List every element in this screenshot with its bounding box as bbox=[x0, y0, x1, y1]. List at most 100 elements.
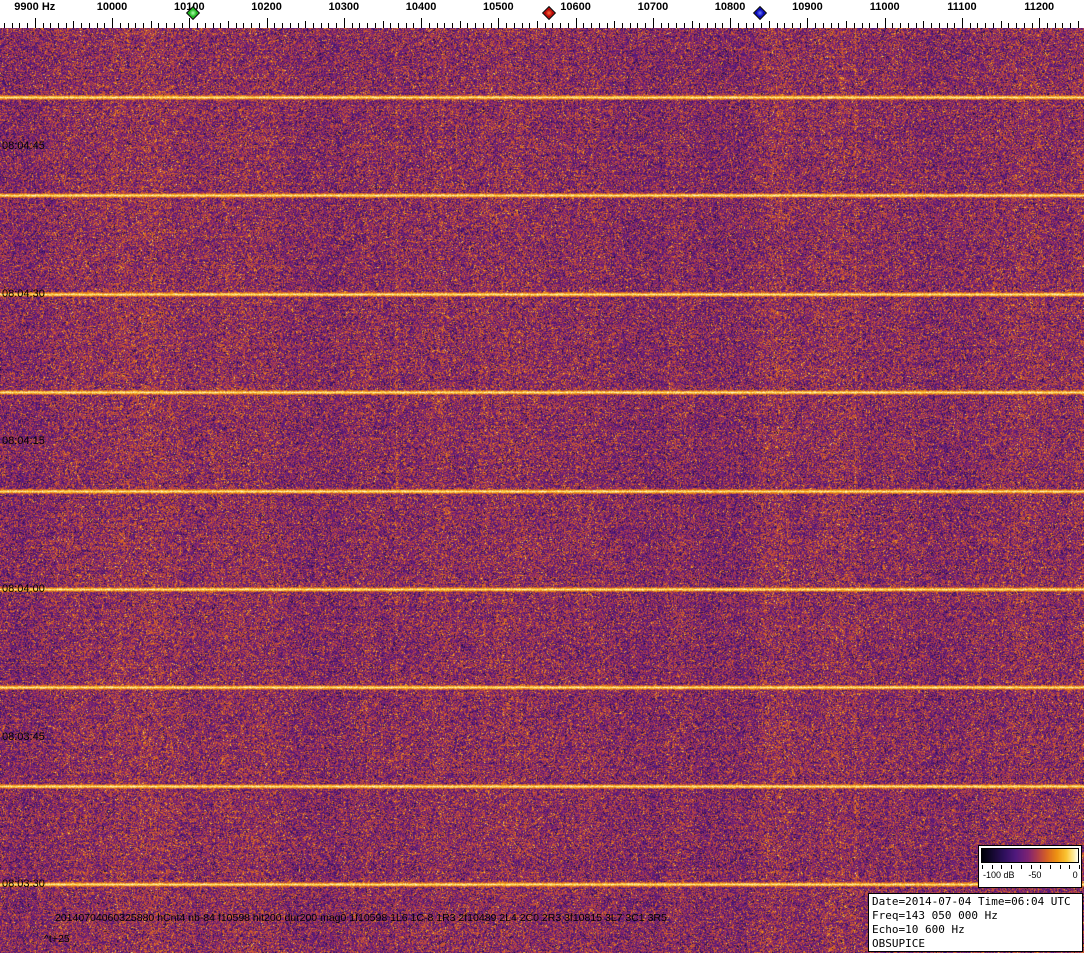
freq-tick bbox=[714, 23, 716, 28]
info-station-name: OBSUPICE bbox=[872, 937, 925, 950]
freq-tick bbox=[660, 23, 662, 28]
freq-tick bbox=[969, 23, 971, 28]
freq-tick bbox=[359, 23, 361, 28]
freq-tick bbox=[815, 23, 817, 28]
freq-tick bbox=[3, 23, 5, 28]
freq-tick bbox=[220, 23, 222, 28]
freq-tick bbox=[34, 18, 36, 28]
freq-tick bbox=[961, 18, 963, 28]
freq-tick bbox=[482, 23, 484, 28]
freq-tick bbox=[784, 23, 786, 28]
db-scale-tick bbox=[982, 865, 983, 869]
info-date-time: Date=2014-07-04 Time=06:04 UTC bbox=[872, 895, 1071, 908]
db-scale-tick bbox=[1020, 865, 1022, 869]
freq-tick bbox=[181, 23, 183, 28]
spectrogram-app-window: 9900 Hz 10000 10100 10200 10300 10400 10500 106… bbox=[0, 0, 1084, 953]
freq-tick bbox=[892, 23, 894, 28]
freq-tick bbox=[985, 23, 987, 28]
freq-tick bbox=[81, 23, 83, 28]
freq-tick bbox=[367, 23, 368, 28]
db-scale-labels: -100 dB -50 0 bbox=[981, 870, 1081, 884]
freq-tick bbox=[745, 23, 747, 28]
freq-tick bbox=[622, 23, 623, 28]
freq-tick bbox=[907, 23, 909, 28]
freq-tick bbox=[652, 18, 654, 28]
red-frequency-marker[interactable] bbox=[541, 5, 556, 21]
freq-tick bbox=[583, 23, 585, 28]
freq-tick bbox=[853, 23, 855, 28]
freq-tick bbox=[343, 18, 345, 28]
blue-frequency-marker[interactable] bbox=[752, 5, 767, 21]
freq-tick bbox=[374, 23, 376, 28]
freq-tick bbox=[88, 23, 90, 28]
freq-tick bbox=[1023, 23, 1025, 28]
freq-tick bbox=[614, 21, 616, 28]
freq-tick bbox=[977, 23, 979, 28]
freq-tick bbox=[289, 23, 291, 28]
freq-tick-label: 10500 bbox=[483, 1, 514, 13]
freq-tick bbox=[135, 23, 137, 28]
freq-tick bbox=[846, 21, 847, 28]
freq-tick bbox=[197, 23, 198, 28]
freq-tick bbox=[328, 23, 330, 28]
freq-tick bbox=[19, 23, 21, 28]
db-scale-tick bbox=[1049, 865, 1051, 869]
freq-tick bbox=[119, 23, 121, 28]
freq-tick bbox=[954, 23, 956, 28]
freq-tick bbox=[645, 23, 647, 28]
freq-tick bbox=[791, 23, 793, 28]
freq-tick bbox=[413, 23, 415, 28]
freq-tick bbox=[282, 23, 283, 28]
freq-tick bbox=[467, 23, 469, 28]
freq-tick bbox=[336, 23, 338, 28]
db-scale-tick bbox=[1069, 865, 1071, 869]
db-scale-tick bbox=[1040, 865, 1042, 869]
freq-tick bbox=[776, 23, 778, 28]
freq-tick bbox=[884, 18, 886, 28]
freq-tick-label: 11000 bbox=[869, 1, 900, 13]
freq-tick bbox=[1031, 23, 1033, 28]
freq-tick bbox=[560, 23, 562, 28]
freq-tick bbox=[444, 23, 446, 28]
freq-tick bbox=[737, 23, 739, 28]
freq-tick bbox=[158, 23, 160, 28]
db-scale-legend: -100 dB -50 0 bbox=[978, 845, 1082, 888]
freq-tick bbox=[567, 23, 569, 28]
freq-tick bbox=[691, 21, 693, 28]
db-scale-tick bbox=[991, 865, 993, 869]
info-frequency: Freq=143 050 000 Hz bbox=[872, 909, 998, 922]
freq-tick bbox=[730, 18, 732, 28]
freq-tick bbox=[992, 23, 994, 28]
freq-tick bbox=[173, 23, 175, 28]
freq-tick bbox=[166, 23, 168, 28]
freq-tick bbox=[676, 23, 678, 28]
freq-tick bbox=[351, 23, 353, 28]
freq-tick bbox=[50, 23, 52, 28]
freq-tick-label: 10800 bbox=[714, 1, 746, 13]
db-scale-tick bbox=[1001, 865, 1003, 869]
freq-tick-label: 10600 bbox=[560, 1, 591, 13]
freq-tick bbox=[629, 23, 631, 28]
freq-tick bbox=[1016, 23, 1017, 28]
freq-tick bbox=[204, 23, 206, 28]
freq-tick-label: 11100 bbox=[947, 1, 977, 13]
freq-tick bbox=[606, 23, 608, 28]
info-echo-frequency: Echo=10 600 Hz bbox=[872, 923, 965, 936]
freq-tick bbox=[320, 23, 322, 28]
freq-tick bbox=[869, 23, 871, 28]
freq-tick bbox=[312, 23, 314, 28]
db-scale-label: -100 dB bbox=[983, 870, 1015, 880]
status-text: ^t+25 bbox=[44, 933, 70, 945]
freq-tick bbox=[861, 23, 863, 28]
freq-tick bbox=[421, 18, 423, 28]
freq-tick bbox=[142, 23, 144, 28]
db-scale-tick bbox=[1030, 865, 1032, 869]
freq-tick bbox=[436, 23, 438, 28]
freq-tick bbox=[1000, 21, 1002, 28]
freq-tick bbox=[475, 23, 477, 28]
freq-tick bbox=[938, 23, 940, 28]
freq-tick-label: 10200 bbox=[251, 1, 282, 13]
freq-tick-label: 10900 bbox=[792, 1, 823, 13]
freq-tick bbox=[1008, 23, 1010, 28]
freq-tick bbox=[513, 23, 515, 28]
